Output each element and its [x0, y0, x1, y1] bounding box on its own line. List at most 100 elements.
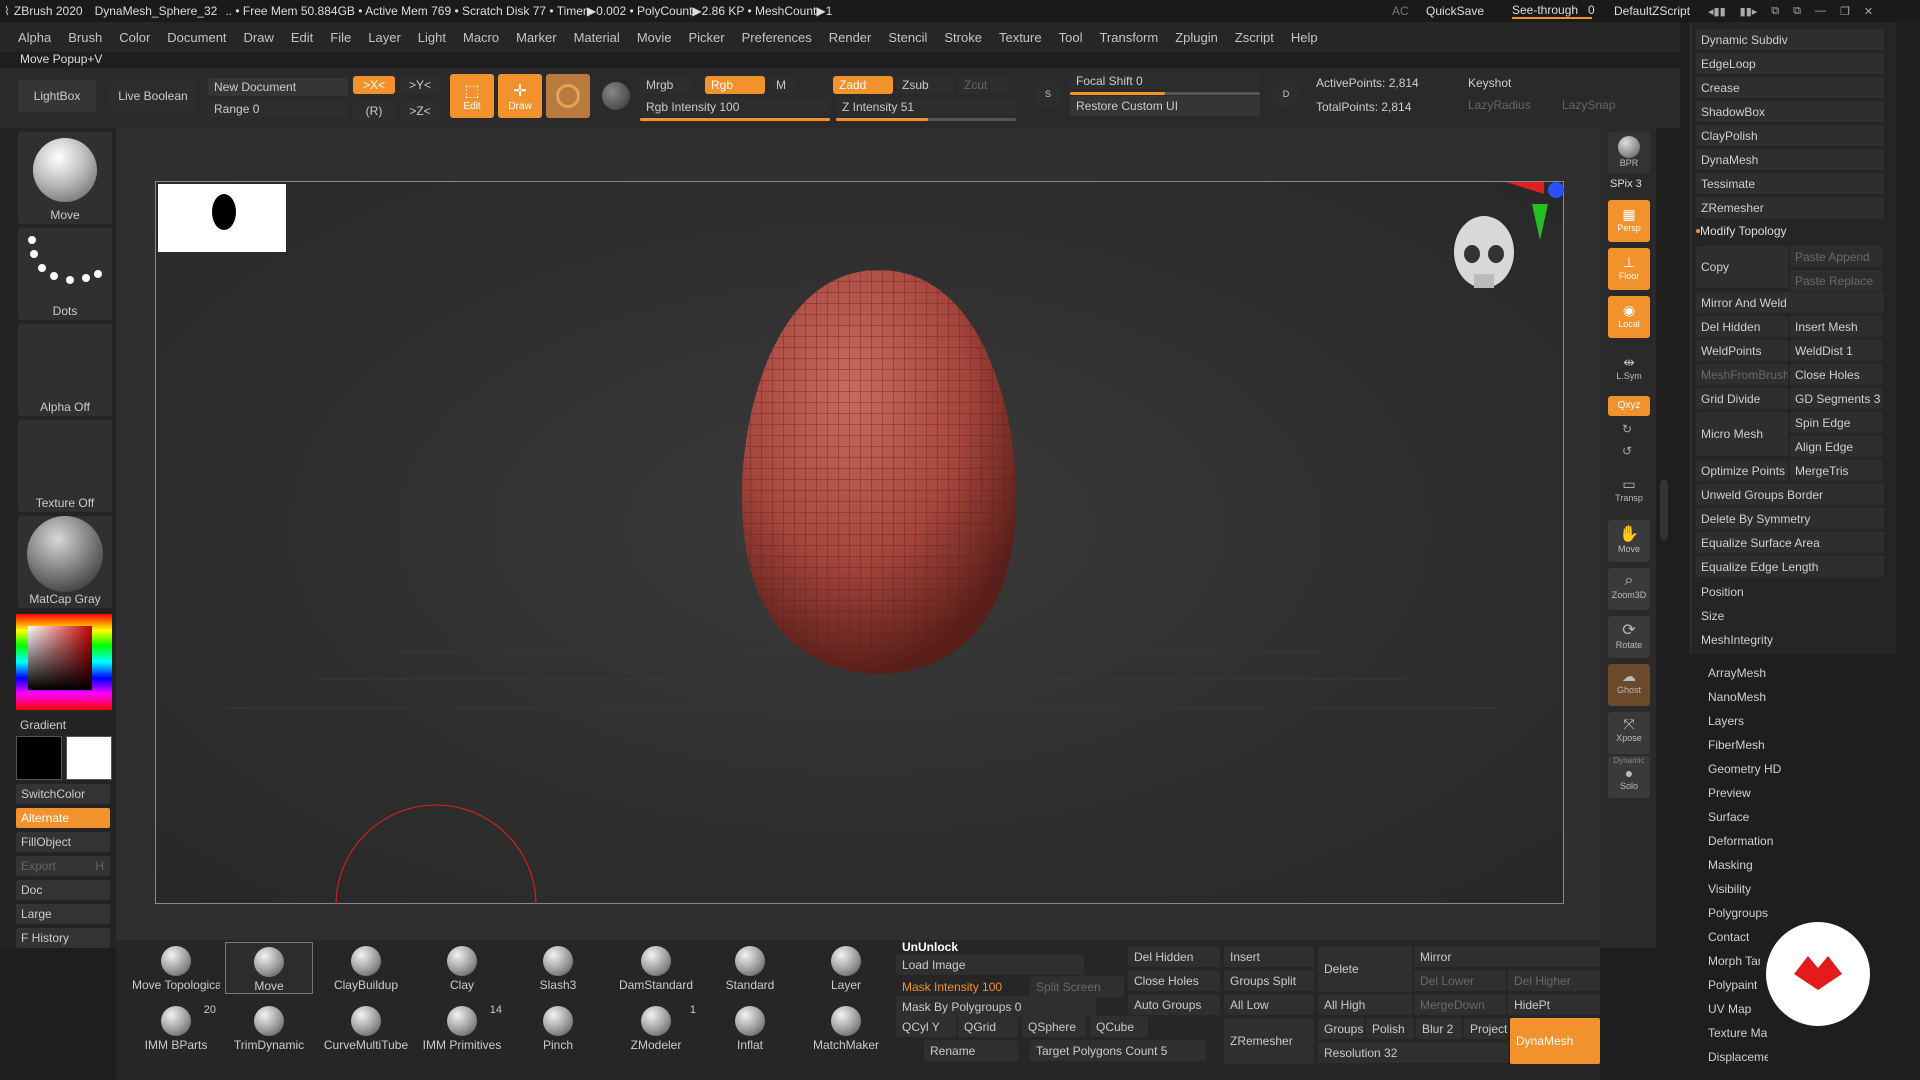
- palette-shadowbox-button[interactable]: ShadowBox: [1696, 101, 1884, 122]
- rotate-y-icon[interactable]: ↻: [1622, 422, 1632, 436]
- material-selector[interactable]: MatCap Gray: [18, 516, 112, 608]
- draw-size-d-button[interactable]: D: [1272, 80, 1300, 108]
- clay-brush[interactable]: Clay: [418, 942, 506, 994]
- palette-edgeloop-button[interactable]: EdgeLoop: [1696, 53, 1884, 74]
- modify-topology-header[interactable]: Modify Topology: [1700, 224, 1787, 238]
- section-arraymesh[interactable]: ArrayMesh: [1708, 666, 1766, 680]
- del-higher-button[interactable]: Del Higher: [1508, 970, 1600, 991]
- section-fibermesh[interactable]: FiberMesh: [1708, 738, 1765, 752]
- palette-zremesher-button[interactable]: ZRemesher: [1696, 197, 1884, 218]
- radial-symmetry-button[interactable]: (R): [353, 102, 395, 120]
- split-screen-button[interactable]: Split Screen: [1030, 976, 1124, 997]
- menu-texture[interactable]: Texture: [999, 30, 1042, 45]
- menu-tool[interactable]: Tool: [1059, 30, 1083, 45]
- see-through-slider[interactable]: See-through 0: [1512, 0, 1598, 22]
- damstandard-brush[interactable]: DamStandard: [612, 942, 700, 994]
- auto-groups-button[interactable]: Auto Groups: [1128, 994, 1220, 1015]
- grid-divide-button[interactable]: Grid Divide: [1696, 388, 1788, 409]
- fill-object-button[interactable]: FillObject: [16, 832, 110, 852]
- section-displacement-map[interactable]: Displacement Map: [1708, 1050, 1768, 1064]
- zremesher-button[interactable]: ZRemesher: [1224, 1018, 1314, 1064]
- lightbox-button[interactable]: LightBox: [18, 80, 96, 112]
- rgb-intensity-track[interactable]: [640, 118, 830, 121]
- new-document-button[interactable]: New Document: [208, 78, 348, 96]
- all-high-button[interactable]: All High: [1318, 994, 1412, 1015]
- mirror-and-weld-button[interactable]: Mirror And Weld: [1696, 292, 1884, 313]
- standard-brush[interactable]: Standard: [706, 942, 794, 994]
- palette-dynamic-subdiv-button[interactable]: Dynamic Subdiv: [1696, 29, 1884, 50]
- close-holes-button[interactable]: Close Holes: [1790, 364, 1882, 385]
- alpha-selector[interactable]: Alpha Off: [18, 324, 112, 416]
- mrgb-button[interactable]: Mrgb: [640, 76, 690, 94]
- x-symmetry-button[interactable]: >X<: [353, 76, 395, 94]
- imm-primitives-brush[interactable]: IMM Primitives 14: [418, 1002, 506, 1054]
- spin-edge-button[interactable]: Spin Edge: [1790, 412, 1882, 433]
- xyz-button[interactable]: Qxyz: [1608, 396, 1650, 416]
- menu-color[interactable]: Color: [119, 30, 150, 45]
- default-zscript-button[interactable]: DefaultZScript: [1614, 4, 1690, 18]
- merge-tris-button[interactable]: MergeTris: [1790, 460, 1882, 481]
- weld-dist-slider[interactable]: WeldDist 1: [1790, 340, 1882, 361]
- document-canvas[interactable]: [155, 181, 1564, 905]
- rename-button[interactable]: Rename: [924, 1040, 1018, 1061]
- stroke-selector[interactable]: Dots: [18, 228, 112, 320]
- menu-transform[interactable]: Transform: [1099, 30, 1158, 45]
- section-visibility[interactable]: Visibility: [1708, 882, 1751, 896]
- slash3-brush[interactable]: Slash3: [514, 942, 602, 994]
- menu-render[interactable]: Render: [829, 30, 872, 45]
- all-low-button[interactable]: All Low: [1224, 994, 1314, 1015]
- rotate-view-button[interactable]: ⟳ Rotate: [1608, 616, 1650, 658]
- persp-button[interactable]: ▦ Persp: [1608, 200, 1650, 242]
- paste-replace-button[interactable]: Paste Replace: [1790, 270, 1882, 291]
- menu-layer[interactable]: Layer: [368, 30, 401, 45]
- close-icon[interactable]: ✕: [1864, 5, 1873, 18]
- menu-help[interactable]: Help: [1291, 30, 1318, 45]
- axis-gizmo-icon[interactable]: [1506, 182, 1564, 240]
- qsphere-button[interactable]: QSphere: [1022, 1016, 1086, 1037]
- menu-stroke[interactable]: Stroke: [944, 30, 982, 45]
- solo-button[interactable]: Dynamic ● Solo: [1608, 756, 1650, 798]
- section-surface[interactable]: Surface: [1708, 810, 1749, 824]
- menu-edit[interactable]: Edit: [291, 30, 313, 45]
- y-symmetry-button[interactable]: >Y<: [400, 76, 440, 94]
- move-brush[interactable]: Move: [225, 942, 313, 994]
- mesh-integrity-section[interactable]: MeshIntegrity: [1696, 629, 1884, 650]
- doc-button[interactable]: Doc: [16, 880, 110, 900]
- skull-navigator-icon[interactable]: [1454, 216, 1514, 288]
- zcut-button[interactable]: Zcut: [958, 76, 1008, 94]
- bpr-button[interactable]: BPR: [1608, 132, 1650, 174]
- equalize-surface-area-button[interactable]: Equalize Surface Area: [1696, 532, 1884, 553]
- section-layers[interactable]: Layers: [1708, 714, 1744, 728]
- unlock-button[interactable]: UnUnlock: [896, 940, 1066, 954]
- keyshot-button[interactable]: Keyshot: [1468, 76, 1511, 90]
- menu-alpha[interactable]: Alpha: [18, 30, 51, 45]
- brush-selector[interactable]: Move: [18, 132, 112, 224]
- lazy-radius-slider[interactable]: LazyRadius: [1468, 98, 1531, 112]
- section-uv-map[interactable]: UV Map: [1708, 1002, 1751, 1016]
- floor-button[interactable]: ⊥ Floor: [1608, 248, 1650, 290]
- load-image-button[interactable]: Load Image: [896, 954, 1084, 975]
- material-sphere-icon[interactable]: [602, 82, 630, 110]
- zmodeler-brush[interactable]: ZModeler 1: [612, 1002, 700, 1054]
- restore-custom-ui-button[interactable]: Restore Custom UI: [1070, 96, 1260, 116]
- resolution-slider[interactable]: Resolution 32: [1318, 1042, 1508, 1063]
- mask-intensity-slider[interactable]: Mask Intensity 100: [896, 976, 1006, 997]
- position-section[interactable]: Position: [1696, 581, 1884, 602]
- move-topological-brush[interactable]: Move Topological: [132, 942, 220, 994]
- section-geometry-hd[interactable]: Geometry HD: [1708, 762, 1781, 776]
- z-intensity-track[interactable]: [836, 118, 1016, 121]
- history-button[interactable]: F History: [16, 928, 110, 948]
- section-nanomesh[interactable]: NanoMesh: [1708, 690, 1766, 704]
- size-section[interactable]: Size: [1696, 605, 1884, 626]
- draw-button[interactable]: ✛ Draw: [498, 74, 542, 118]
- ghost-button[interactable]: ☁ Ghost: [1608, 664, 1650, 706]
- section-preview[interactable]: Preview: [1708, 786, 1751, 800]
- pinch-brush[interactable]: Pinch: [514, 1002, 602, 1054]
- zadd-button[interactable]: Zadd: [833, 76, 893, 94]
- delete-button[interactable]: Delete: [1318, 946, 1412, 992]
- insert-mesh-button[interactable]: Insert Mesh: [1790, 316, 1882, 337]
- curvemultitube-brush[interactable]: CurveMultiTube: [322, 1002, 410, 1054]
- weld-points-button[interactable]: WeldPoints: [1696, 340, 1788, 361]
- texture-selector[interactable]: Texture Off: [18, 420, 112, 512]
- merge-down-button[interactable]: MergeDown: [1414, 994, 1506, 1015]
